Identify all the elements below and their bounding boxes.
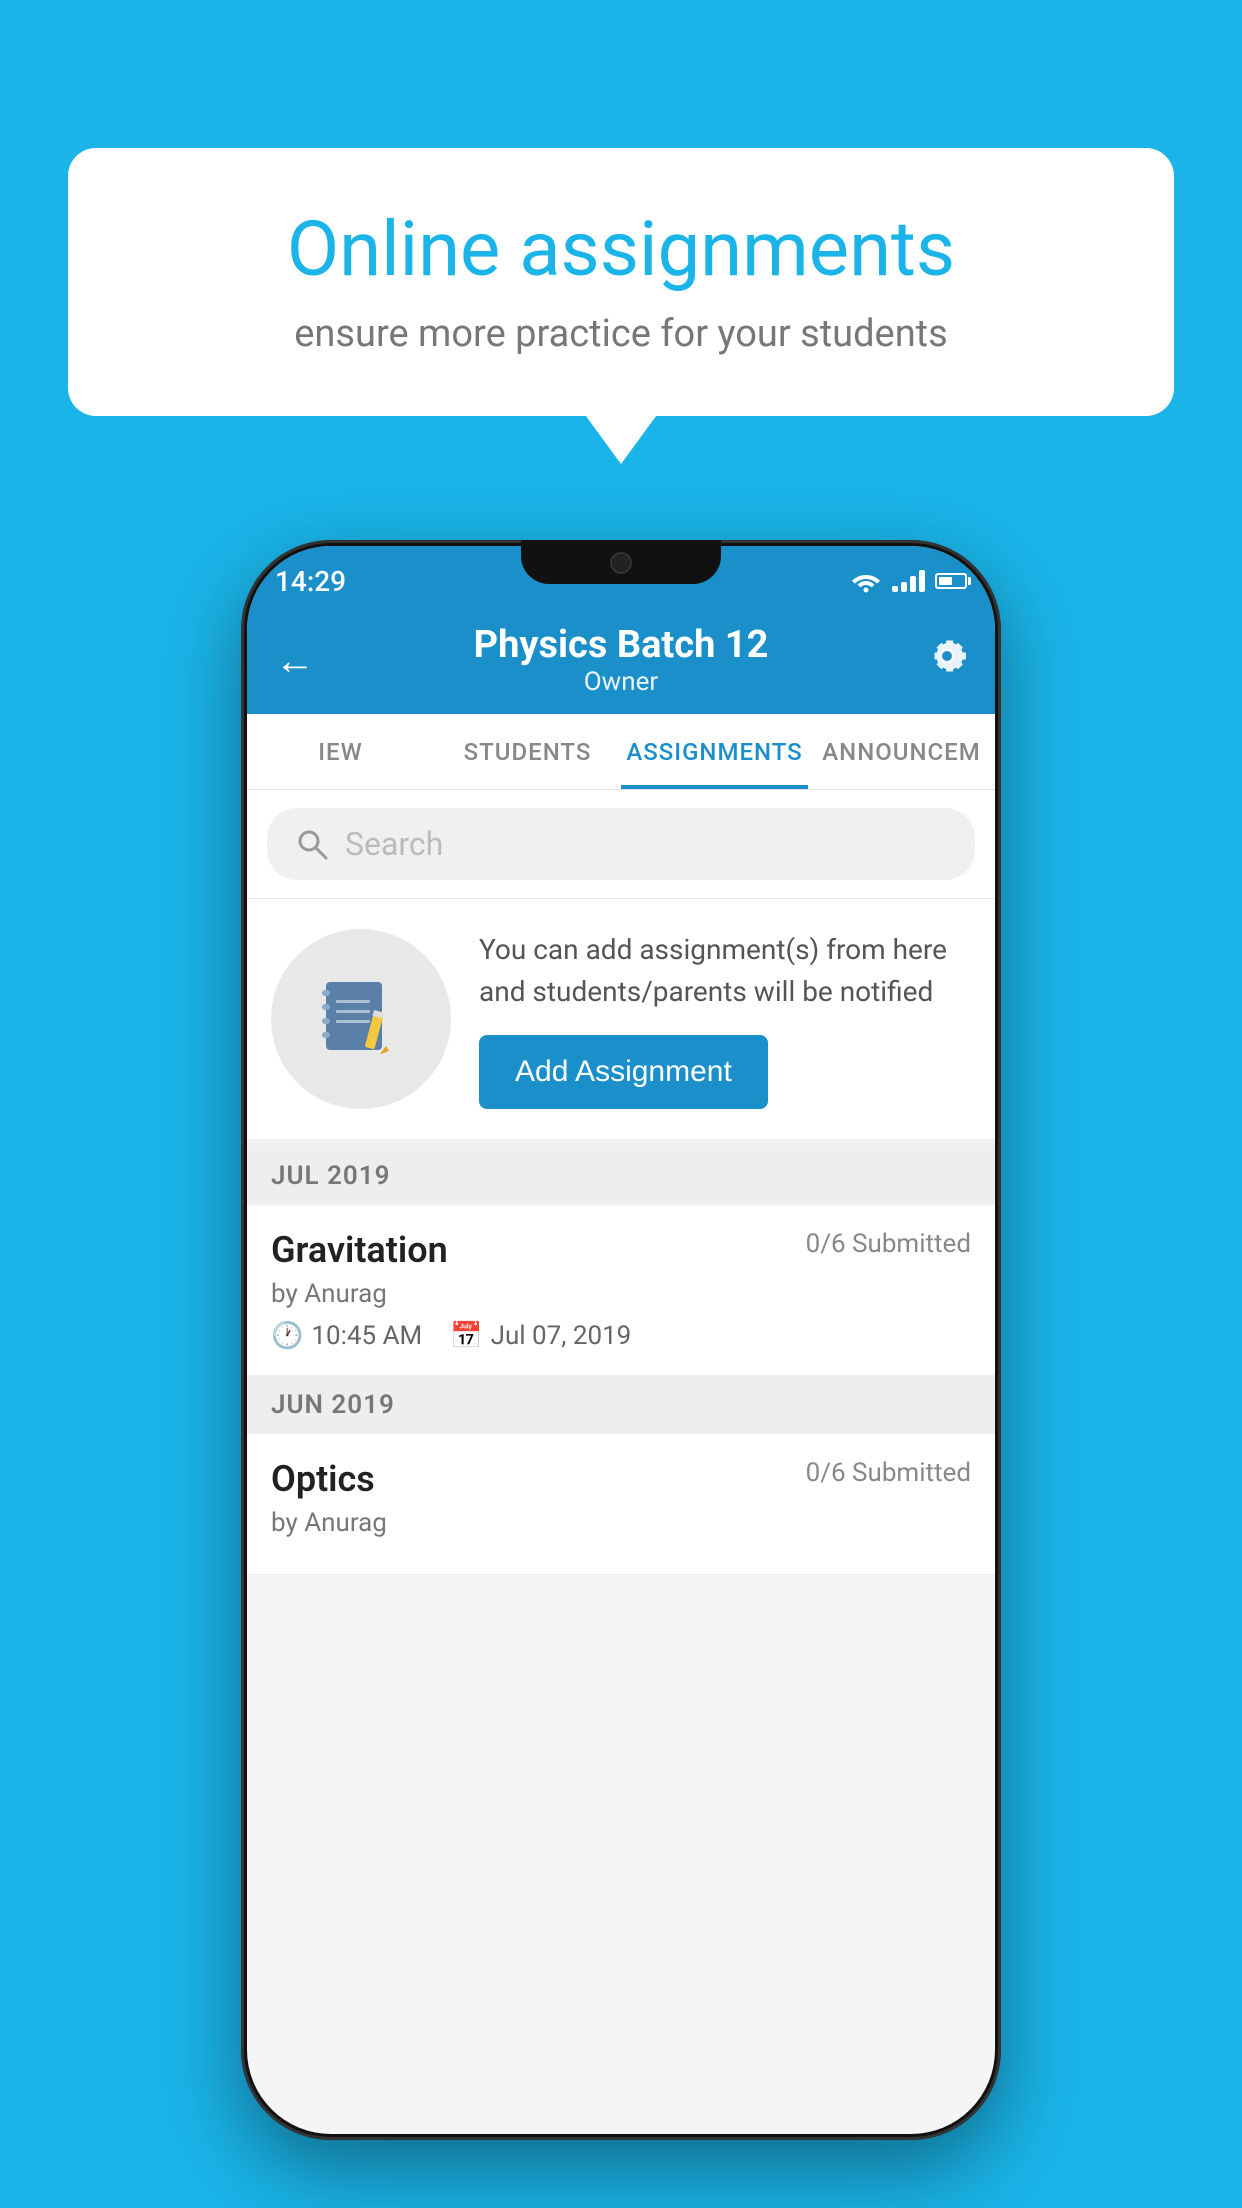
assignment-top: Gravitation 0/6 Submitted [271, 1229, 971, 1271]
tab-students[interactable]: STUDENTS [434, 714, 621, 789]
add-assignment-button[interactable]: Add Assignment [479, 1035, 768, 1109]
tab-announcements[interactable]: ANNOUNCEM [808, 714, 995, 789]
header-title: Physics Batch 12 [315, 623, 927, 667]
phone-wrapper: 14:29 [241, 540, 1001, 2140]
phone-notch [521, 540, 721, 584]
settings-icon[interactable] [927, 636, 967, 685]
assignment-top-optics: Optics 0/6 Submitted [271, 1458, 971, 1500]
assignment-submitted: 0/6 Submitted [806, 1229, 971, 1259]
section-header-jul: JUL 2019 [247, 1147, 995, 1205]
section-header-jun: JUN 2019 [247, 1376, 995, 1434]
header-subtitle: Owner [315, 667, 927, 697]
assignment-item-gravitation[interactable]: Gravitation 0/6 Submitted by Anurag 🕐 10… [247, 1205, 995, 1376]
status-time: 14:29 [275, 565, 346, 598]
tabs-bar: IEW STUDENTS ASSIGNMENTS ANNOUNCEM [247, 714, 995, 790]
status-icons [850, 569, 967, 593]
promo-title: Online assignments [138, 208, 1104, 292]
wifi-icon [850, 569, 882, 593]
speech-bubble: Online assignments ensure more practice … [68, 148, 1174, 416]
battery-icon [935, 573, 967, 589]
assignment-name: Gravitation [271, 1229, 448, 1271]
front-camera [610, 552, 632, 574]
assignment-name-optics: Optics [271, 1458, 375, 1500]
back-button[interactable]: ← [275, 637, 315, 684]
info-card: You can add assignment(s) from here and … [247, 899, 995, 1147]
calendar-icon: 📅 [450, 1321, 482, 1351]
assignment-date: Jul 07, 2019 [491, 1321, 632, 1351]
app-header: ← Physics Batch 12 Owner [247, 606, 995, 714]
assignment-by-optics: by Anurag [271, 1508, 971, 1538]
phone-frame: 14:29 [241, 540, 1001, 2140]
search-container: Search [247, 790, 995, 899]
assignment-item-optics[interactable]: Optics 0/6 Submitted by Anurag [247, 1434, 995, 1575]
clock-icon: 🕐 [271, 1321, 303, 1351]
promo-area: Online assignments ensure more practice … [68, 148, 1174, 416]
assignment-meta: 🕐 10:45 AM 📅 Jul 07, 2019 [271, 1321, 971, 1351]
meta-date: 📅 Jul 07, 2019 [450, 1321, 631, 1351]
phone-screen: 14:29 [247, 546, 995, 2134]
search-bar[interactable]: Search [267, 808, 975, 880]
notebook-icon [316, 974, 406, 1064]
search-icon [295, 827, 329, 861]
signal-icon [892, 570, 925, 592]
tab-iew[interactable]: IEW [247, 714, 434, 789]
tab-assignments[interactable]: ASSIGNMENTS [621, 714, 808, 789]
assignment-time: 10:45 AM [311, 1321, 422, 1351]
meta-time: 🕐 10:45 AM [271, 1321, 422, 1351]
header-center: Physics Batch 12 Owner [315, 623, 927, 697]
info-right: You can add assignment(s) from here and … [479, 929, 971, 1109]
assignment-by: by Anurag [271, 1279, 971, 1309]
info-description: You can add assignment(s) from here and … [479, 929, 971, 1013]
search-placeholder: Search [345, 825, 443, 863]
promo-subtitle: ensure more practice for your students [138, 312, 1104, 356]
assignment-submitted-optics: 0/6 Submitted [806, 1458, 971, 1488]
notebook-circle [271, 929, 451, 1109]
